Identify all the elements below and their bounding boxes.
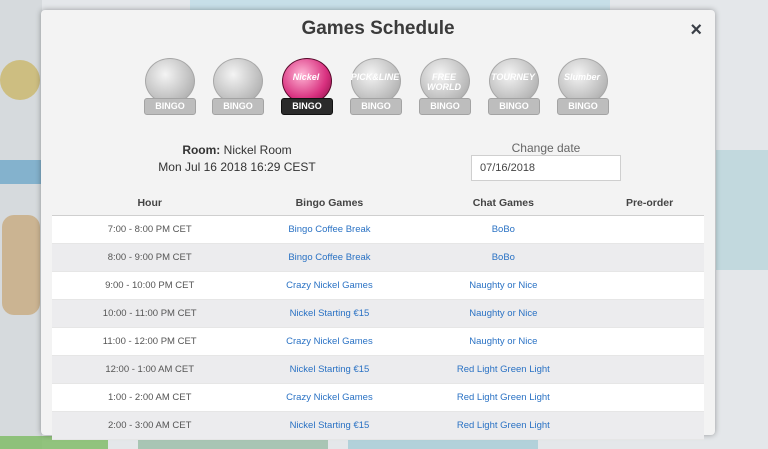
hour-cell: 7:00 - 8:00 PM CET bbox=[52, 215, 248, 244]
chat-game-link[interactable]: Red Light Green Light bbox=[457, 420, 550, 431]
table-row: 10:00 - 11:00 PM CET Nickel Starting €15… bbox=[52, 299, 704, 328]
hour-cell: 10:00 - 11:00 PM CET bbox=[52, 299, 248, 328]
room-selector: BINGO BINGO Nickel BINGO PICK&LINE BINGO… bbox=[141, 54, 621, 124]
background-mascot bbox=[2, 215, 40, 315]
room-slumber-bingo[interactable]: Slumber BINGO bbox=[554, 54, 610, 118]
preorder-cell bbox=[595, 215, 704, 244]
bingo-game-link[interactable]: Bingo Coffee Break bbox=[288, 252, 370, 263]
table-row: 2:00 - 3:00 AM CET Nickel Starting €15 R… bbox=[52, 411, 704, 440]
room-script: FREE WORLD bbox=[427, 72, 461, 92]
room-tag: BINGO bbox=[144, 98, 196, 115]
room-seaside-bingo[interactable]: BINGO bbox=[209, 54, 265, 118]
room-liberty-bingo[interactable]: BINGO bbox=[141, 54, 197, 118]
bingo-game-link[interactable]: Crazy Nickel Games bbox=[286, 280, 373, 291]
room-script: PICK&LINE bbox=[350, 72, 400, 82]
room-info: Room: Nickel Room Mon Jul 16 2018 16:29 … bbox=[137, 142, 337, 176]
close-icon[interactable]: × bbox=[690, 20, 702, 40]
change-date-label: Change date bbox=[511, 141, 581, 155]
room-nickel-bingo[interactable]: Nickel BINGO bbox=[278, 54, 334, 118]
bingo-game-link[interactable]: Bingo Coffee Break bbox=[288, 224, 370, 235]
preorder-cell bbox=[595, 383, 704, 412]
room-script: Nickel bbox=[292, 72, 320, 82]
bingo-game-link[interactable]: Crazy Nickel Games bbox=[286, 336, 373, 347]
room-script: TOURNEY bbox=[491, 72, 535, 82]
room-script: Slumber bbox=[563, 72, 600, 82]
room-label: Room: bbox=[182, 143, 221, 157]
table-row: 9:00 - 10:00 PM CET Crazy Nickel Games N… bbox=[52, 271, 704, 300]
background-banner bbox=[190, 0, 610, 10]
table-header-row: Hour Bingo Games Chat Games Pre-order bbox=[52, 191, 704, 216]
hour-cell: 8:00 - 9:00 PM CET bbox=[52, 243, 248, 272]
table-row: 12:00 - 1:00 AM CET Nickel Starting €15 … bbox=[52, 355, 704, 384]
hour-cell: 12:00 - 1:00 AM CET bbox=[52, 355, 248, 384]
bingo-game-link[interactable]: Nickel Starting €15 bbox=[290, 364, 370, 375]
chat-game-link[interactable]: Naughty or Nice bbox=[469, 280, 537, 291]
hour-cell: 11:00 - 12:00 PM CET bbox=[52, 327, 248, 356]
chat-game-link[interactable]: BoBo bbox=[492, 224, 515, 235]
column-header-hour: Hour bbox=[52, 191, 248, 216]
preorder-cell bbox=[595, 411, 704, 440]
background-promo bbox=[716, 150, 768, 270]
room-pick-line-bingo[interactable]: PICK&LINE BINGO bbox=[347, 54, 403, 118]
preorder-cell bbox=[595, 271, 704, 300]
bingo-game-link[interactable]: Nickel Starting €15 bbox=[290, 420, 370, 431]
chat-game-link[interactable]: BoBo bbox=[492, 252, 515, 263]
current-datetime: Mon Jul 16 2018 16:29 CEST bbox=[158, 160, 316, 174]
room-tag: BINGO bbox=[488, 98, 540, 115]
preorder-cell bbox=[595, 327, 704, 356]
chat-game-link[interactable]: Red Light Green Light bbox=[457, 392, 550, 403]
chat-game-link[interactable]: Naughty or Nice bbox=[469, 336, 537, 347]
column-header-bingo-games: Bingo Games bbox=[247, 191, 412, 216]
room-tag: BINGO bbox=[212, 98, 264, 115]
column-header-chat-games: Chat Games bbox=[411, 191, 596, 216]
table-row: 11:00 - 12:00 PM CET Crazy Nickel Games … bbox=[52, 327, 704, 356]
modal-title: Games Schedule bbox=[301, 18, 455, 39]
background-register-button bbox=[0, 160, 42, 184]
bingo-game-link[interactable]: Crazy Nickel Games bbox=[286, 392, 373, 403]
table-row: 7:00 - 8:00 PM CET Bingo Coffee Break Bo… bbox=[52, 215, 704, 244]
hour-cell: 2:00 - 3:00 AM CET bbox=[52, 411, 248, 440]
table-row: 8:00 - 9:00 PM CET Bingo Coffee Break Bo… bbox=[52, 243, 704, 272]
date-input[interactable] bbox=[471, 155, 621, 181]
preorder-cell bbox=[595, 243, 704, 272]
room-tourney-bingo[interactable]: TOURNEY BINGO bbox=[485, 54, 541, 118]
room-name: Nickel Room bbox=[223, 143, 292, 157]
background-logo bbox=[0, 60, 40, 100]
chat-game-link[interactable]: Naughty or Nice bbox=[469, 308, 537, 319]
hour-cell: 9:00 - 10:00 PM CET bbox=[52, 271, 248, 300]
room-tag: BINGO bbox=[281, 98, 333, 115]
preorder-cell bbox=[595, 299, 704, 328]
table-row: 1:00 - 2:00 AM CET Crazy Nickel Games Re… bbox=[52, 383, 704, 412]
chat-game-link[interactable]: Red Light Green Light bbox=[457, 364, 550, 375]
games-schedule-modal: Games Schedule × BINGO BINGO Nickel BING… bbox=[41, 10, 715, 440]
bingo-game-link[interactable]: Nickel Starting €15 bbox=[290, 308, 370, 319]
preorder-cell bbox=[595, 355, 704, 384]
room-tag: BINGO bbox=[350, 98, 402, 115]
room-free-world-bingo[interactable]: FREE WORLD BINGO bbox=[416, 54, 472, 118]
hour-cell: 1:00 - 2:00 AM CET bbox=[52, 383, 248, 412]
schedule-table: Hour Bingo Games Chat Games Pre-order 7:… bbox=[52, 191, 704, 440]
column-header-pre-order: Pre-order bbox=[595, 191, 704, 216]
room-tag: BINGO bbox=[557, 98, 609, 115]
room-tag: BINGO bbox=[419, 98, 471, 115]
